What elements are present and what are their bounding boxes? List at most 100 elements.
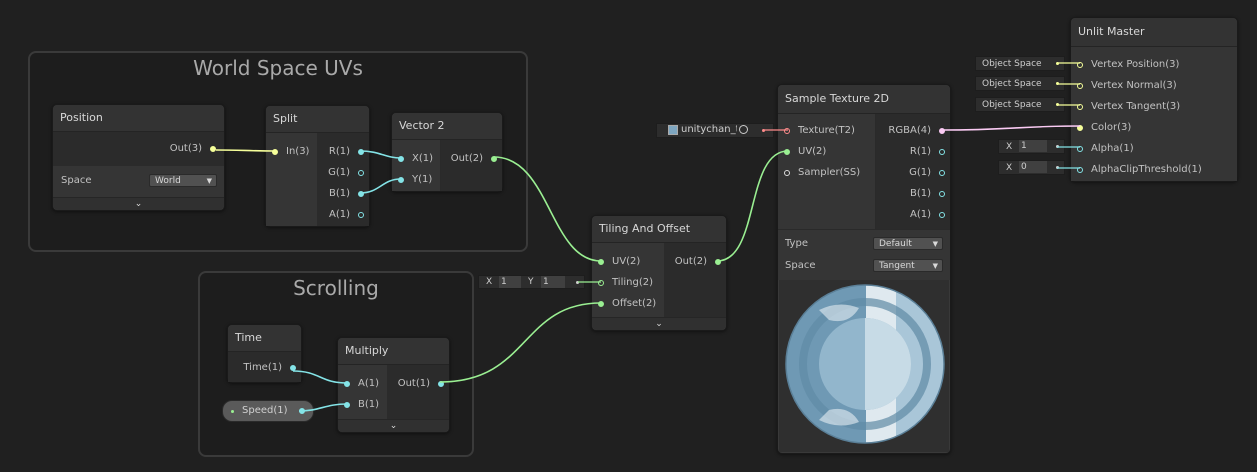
port-pin-icon[interactable] <box>358 149 364 155</box>
port-out-a[interactable]: A(1) <box>910 207 945 223</box>
tiling-y-input[interactable]: 1 <box>541 276 565 288</box>
alpha-input-field[interactable]: X 1 <box>998 139 1065 154</box>
port-pin-icon[interactable] <box>344 402 350 408</box>
port-pin-icon[interactable] <box>939 170 945 176</box>
port-pin-icon[interactable] <box>358 212 364 218</box>
port-in-alpha-clip-threshold[interactable]: AlphaClipThreshold(1) <box>1077 162 1202 178</box>
vertex-normal-space-field[interactable]: Object Space <box>975 76 1065 91</box>
port-pin-icon[interactable] <box>1077 62 1083 68</box>
port-pin-icon[interactable] <box>1077 125 1083 131</box>
node-time[interactable]: Time Time(1) <box>227 324 302 383</box>
port-pin-icon[interactable] <box>1077 83 1083 89</box>
tiling-input-field[interactable]: X 1 Y 1 <box>478 275 585 289</box>
port-in-sampler[interactable]: Sampler(SS) <box>784 165 860 181</box>
port-pin-icon[interactable] <box>598 259 604 265</box>
port-pin-icon[interactable] <box>344 381 350 387</box>
port-out-b[interactable]: B(1) <box>329 186 364 202</box>
tiling-x-input[interactable]: 1 <box>499 276 521 288</box>
port-pin-icon[interactable] <box>1077 104 1083 110</box>
node-title[interactable]: Time <box>228 325 301 352</box>
port-in-uv[interactable]: UV(2) <box>598 254 640 270</box>
port-pin-icon[interactable] <box>210 146 216 152</box>
node-unlit-master[interactable]: Unlit Master Vertex Position(3) Vertex N… <box>1070 17 1238 182</box>
port-out-g[interactable]: G(1) <box>328 165 364 181</box>
alpha-x-input[interactable]: 1 <box>1019 140 1047 152</box>
port-out-r[interactable]: R(1) <box>910 144 945 160</box>
port-pin-icon[interactable] <box>784 170 790 176</box>
shader-graph-canvas[interactable]: World Space UVs Scrolling Position Out(3… <box>0 0 1257 472</box>
space-dropdown[interactable]: Tangent ▼ <box>873 259 943 272</box>
object-picker-icon[interactable] <box>739 125 748 134</box>
node-vector2[interactable]: Vector 2 X(1) Y(1) Out(2) <box>391 112 503 192</box>
port-pin-icon[interactable] <box>598 280 604 286</box>
port-in-offset[interactable]: Offset(2) <box>598 296 656 312</box>
port-out-rgba[interactable]: RGBA(4) <box>888 123 945 139</box>
vertex-position-space-field[interactable]: Object Space <box>975 56 1065 71</box>
node-split[interactable]: Split In(3) R(1) G(1) B(1) A(1) <box>265 105 370 227</box>
property-speed[interactable]: Speed(1) <box>222 400 314 422</box>
port-pin-icon[interactable] <box>299 408 305 414</box>
port-in-tiling[interactable]: Tiling(2) <box>598 275 653 291</box>
node-title[interactable]: Unlit Master <box>1071 18 1237 47</box>
clip-x-input[interactable]: 0 <box>1019 161 1047 173</box>
port-in-uv[interactable]: UV(2) <box>784 144 826 160</box>
group-title[interactable]: World Space UVs <box>30 56 526 80</box>
port-out[interactable]: Time(1) <box>243 360 296 376</box>
port-pin-icon[interactable] <box>939 212 945 218</box>
port-pin-icon[interactable] <box>939 128 945 134</box>
vertex-tangent-space-field[interactable]: Object Space <box>975 97 1065 112</box>
port-in-vertex-position[interactable]: Vertex Position(3) <box>1077 57 1179 73</box>
port-pin-icon[interactable] <box>491 156 497 162</box>
port-in-x[interactable]: X(1) <box>398 151 433 167</box>
port-in-vertex-normal[interactable]: Vertex Normal(3) <box>1077 78 1177 94</box>
node-sample-texture-2d[interactable]: Sample Texture 2D Texture(T2) UV(2) Samp… <box>777 84 951 454</box>
port-pin-icon[interactable] <box>1077 167 1083 173</box>
port-pin-icon[interactable] <box>290 365 296 371</box>
node-title[interactable]: Multiply <box>338 338 449 365</box>
port-out[interactable]: Out(2) <box>451 151 497 167</box>
texture-preview[interactable] <box>779 280 949 452</box>
port-in-alpha[interactable]: Alpha(1) <box>1077 141 1134 157</box>
space-dropdown[interactable]: World ▼ <box>149 174 217 187</box>
port-in-b[interactable]: B(1) <box>344 397 379 413</box>
node-title[interactable]: Vector 2 <box>392 113 502 140</box>
port-pin-icon[interactable] <box>598 301 604 307</box>
port-pin-icon[interactable] <box>1077 146 1083 152</box>
port-pin-icon[interactable] <box>398 177 404 183</box>
port-in-vertex-tangent[interactable]: Vertex Tangent(3) <box>1077 99 1180 115</box>
port-pin-icon[interactable] <box>398 156 404 162</box>
node-title[interactable]: Position <box>53 105 224 132</box>
port-out[interactable]: Out(3) <box>170 141 216 157</box>
port-out[interactable]: Out(1) <box>398 376 444 392</box>
port-in[interactable]: In(3) <box>272 144 309 160</box>
port-out-a[interactable]: A(1) <box>329 207 364 223</box>
group-title[interactable]: Scrolling <box>200 276 472 300</box>
port-pin-icon[interactable] <box>784 128 790 134</box>
node-tiling-and-offset[interactable]: Tiling And Offset UV(2) Tiling(2) Offset… <box>591 215 727 331</box>
port-pin-icon[interactable] <box>358 170 364 176</box>
type-dropdown[interactable]: Default ▼ <box>873 237 943 250</box>
port-in-a[interactable]: A(1) <box>344 376 379 392</box>
port-pin-icon[interactable] <box>272 149 278 155</box>
port-pin-icon[interactable] <box>939 191 945 197</box>
collapse-button[interactable]: ⌄ <box>53 197 224 210</box>
collapse-button[interactable]: ⌄ <box>592 317 726 330</box>
node-position[interactable]: Position Out(3) Space World ▼ ⌄ <box>52 104 225 211</box>
port-pin-icon[interactable] <box>438 381 444 387</box>
port-out[interactable]: Out(2) <box>675 254 721 270</box>
port-in-y[interactable]: Y(1) <box>398 172 432 188</box>
port-in-color[interactable]: Color(3) <box>1077 120 1131 136</box>
port-out-r[interactable]: R(1) <box>329 144 364 160</box>
port-out-b[interactable]: B(1) <box>910 186 945 202</box>
node-multiply[interactable]: Multiply A(1) B(1) Out(1) ⌄ <box>337 337 450 433</box>
texture-input-field[interactable]: unitychan_t <box>656 123 774 138</box>
alpha-clip-input-field[interactable]: X 0 <box>998 160 1065 175</box>
node-title[interactable]: Tiling And Offset <box>592 216 726 243</box>
port-pin-icon[interactable] <box>939 149 945 155</box>
node-title[interactable]: Sample Texture 2D <box>778 85 950 114</box>
port-pin-icon[interactable] <box>784 149 790 155</box>
port-pin-icon[interactable] <box>715 259 721 265</box>
node-title[interactable]: Split <box>266 106 369 133</box>
port-out-g[interactable]: G(1) <box>909 165 945 181</box>
collapse-button[interactable]: ⌄ <box>338 419 449 432</box>
